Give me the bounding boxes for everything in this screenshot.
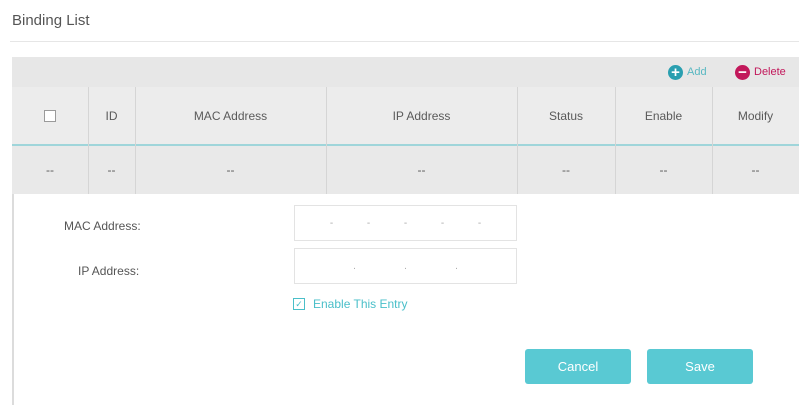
binding-list-panel: + Add − Delete ID MAC Address IP Address… — [12, 57, 799, 405]
page-title: Binding List — [12, 12, 90, 29]
add-button[interactable]: + Add — [668, 63, 707, 81]
mac-separator: - — [366, 217, 371, 229]
header-enable: Enable — [644, 108, 683, 123]
header-status: Status — [548, 108, 584, 123]
title-divider — [10, 41, 799, 42]
column-divider — [615, 87, 616, 194]
mac-separator: - — [440, 217, 445, 229]
ip-separator: . — [455, 260, 458, 272]
table-row: -- -- -- -- -- -- -- — [12, 146, 799, 194]
add-label: Add — [687, 66, 707, 78]
mac-separator: - — [477, 217, 482, 229]
plus-circle-icon: + — [668, 64, 683, 80]
column-divider — [712, 87, 713, 194]
row-cell-enable: -- — [659, 163, 668, 177]
enable-entry-checkbox[interactable]: ✓ — [293, 298, 305, 310]
header-id: ID — [105, 108, 118, 123]
mac-address-label: MAC Address: — [64, 219, 141, 233]
edit-entry-form: MAC Address: - - - - - IP Address: . . .… — [12, 194, 799, 405]
mac-separator: - — [403, 217, 408, 229]
header-modify: Modify — [737, 108, 774, 123]
header-mac-address: MAC Address — [193, 108, 268, 123]
row-cell-status: -- — [562, 163, 570, 177]
column-divider — [88, 87, 89, 194]
column-divider — [135, 87, 136, 194]
select-all-cell — [12, 87, 88, 144]
column-divider — [326, 87, 327, 194]
row-cell-ip: -- — [417, 163, 426, 177]
mac-address-field[interactable]: - - - - - — [294, 205, 517, 241]
ip-address-label: IP Address: — [78, 264, 140, 278]
cancel-button[interactable]: Cancel — [525, 349, 631, 384]
row-cell-id: -- — [107, 163, 116, 177]
minus-circle-icon: − — [735, 64, 750, 80]
column-divider — [517, 87, 518, 194]
ip-address-field[interactable]: . . . — [294, 248, 517, 284]
delete-label: Delete — [754, 66, 786, 78]
table-header: ID MAC Address IP Address Status Enable … — [12, 87, 799, 146]
ip-separator: . — [404, 260, 407, 272]
select-all-checkbox[interactable] — [44, 109, 56, 122]
row-cell-mac: -- — [226, 163, 235, 177]
row-cell-modify: -- — [751, 163, 760, 177]
enable-entry-label: Enable This Entry — [313, 297, 408, 311]
table-toolbar: + Add − Delete — [12, 57, 799, 87]
header-ip-address: IP Address — [392, 108, 451, 123]
ip-separator: . — [353, 260, 356, 272]
enable-entry-toggle[interactable]: ✓ Enable This Entry — [293, 297, 408, 311]
delete-button[interactable]: − Delete — [735, 63, 786, 81]
row-cell-select: -- — [46, 163, 54, 177]
mac-separator: - — [329, 217, 334, 229]
save-button[interactable]: Save — [647, 349, 753, 384]
